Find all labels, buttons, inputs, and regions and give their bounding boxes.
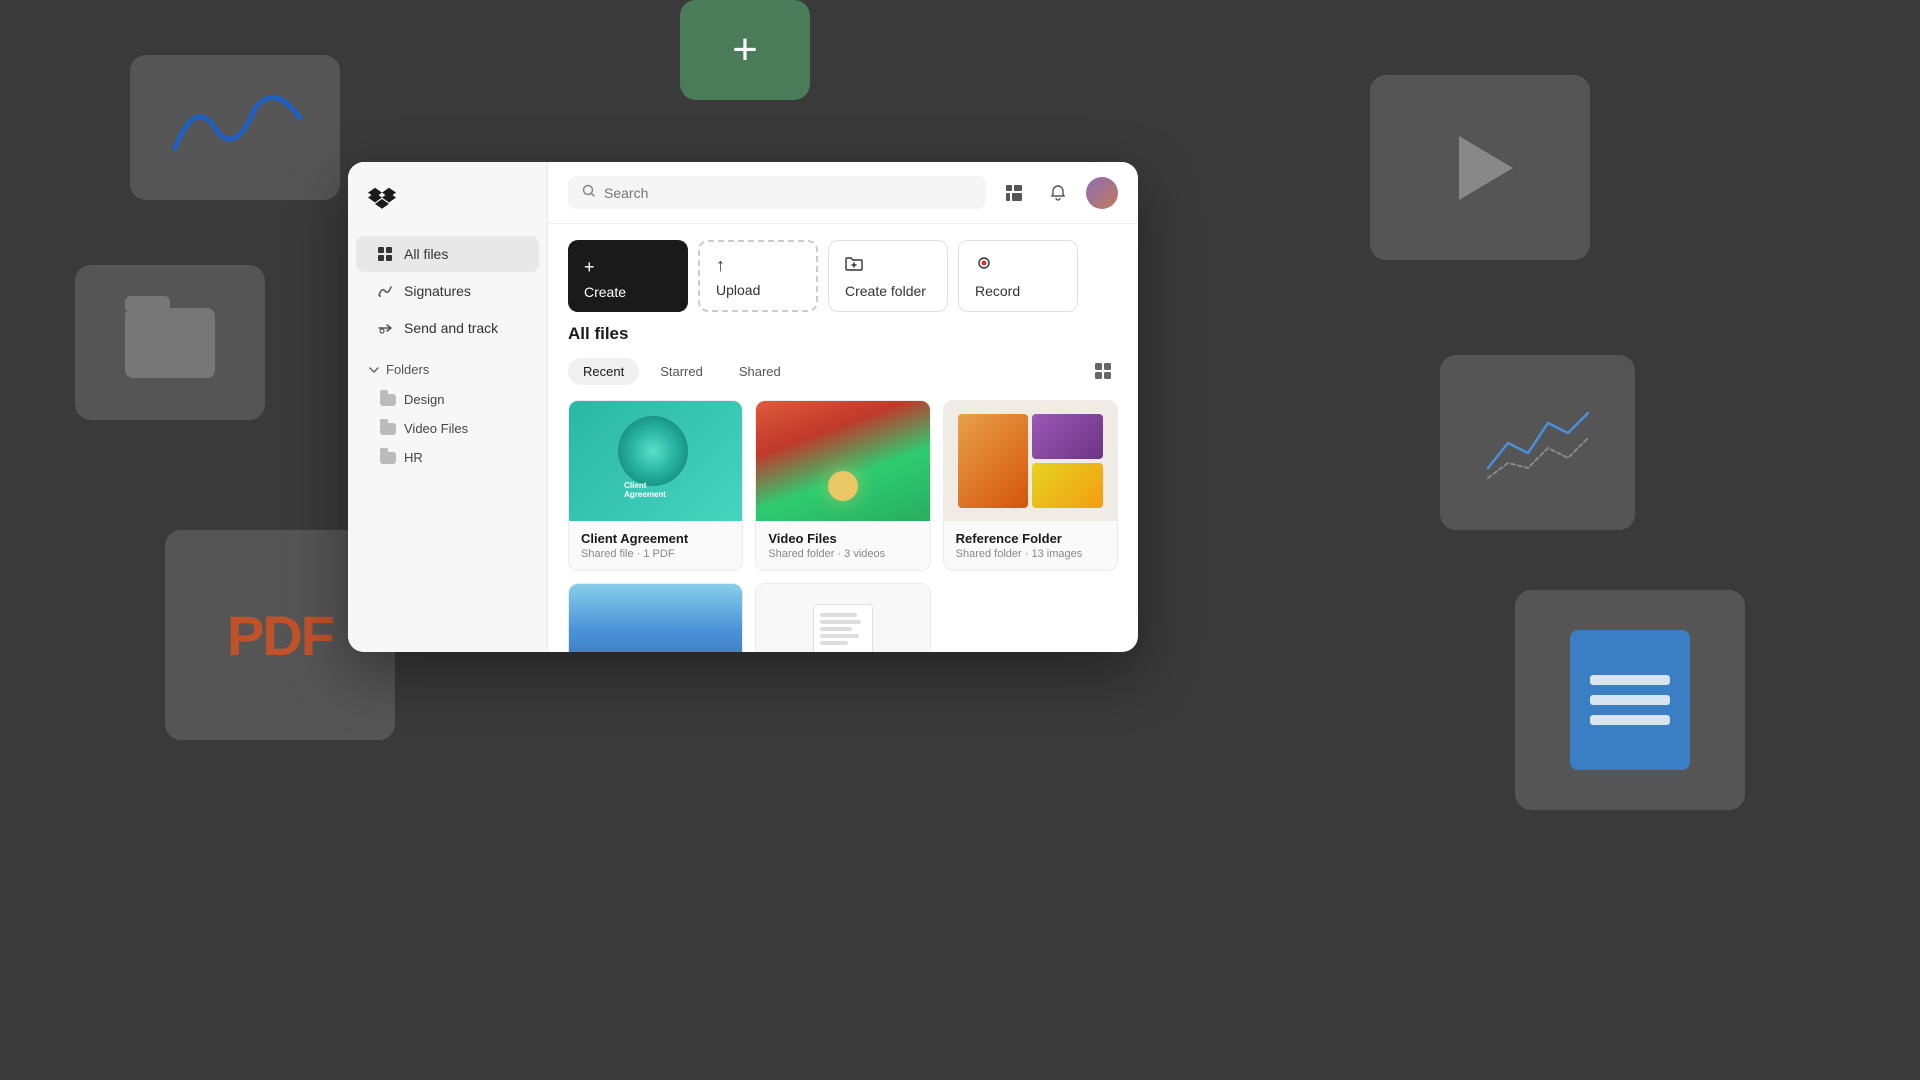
file-thumbnail-video bbox=[756, 401, 929, 521]
folder-item-design[interactable]: Design bbox=[348, 385, 547, 414]
action-buttons: + Create ↑ Upload Create folder bbox=[548, 224, 1138, 324]
doc-preview bbox=[813, 604, 873, 652]
plus-icon: + bbox=[732, 25, 758, 75]
folder-item-hr[interactable]: HR bbox=[348, 443, 547, 472]
header-icons bbox=[998, 177, 1118, 209]
ref-img-stack bbox=[1032, 414, 1103, 508]
file-meta-client: Shared file · 1 PDF bbox=[581, 548, 730, 560]
main-modal: All files Signatures Send and track bbox=[348, 162, 1138, 652]
doc-line-2 bbox=[1590, 695, 1670, 705]
ref-img-orange bbox=[958, 414, 1029, 508]
chart-icon bbox=[1478, 398, 1598, 488]
bg-plus-card: + bbox=[680, 0, 810, 100]
file-info-ref: Reference Folder Shared folder · 13 imag… bbox=[944, 521, 1117, 570]
filter-tab-recent[interactable]: Recent bbox=[568, 358, 639, 385]
create-folder-button[interactable]: Create folder bbox=[828, 240, 948, 312]
sidebar-item-signatures[interactable]: Signatures bbox=[356, 273, 539, 309]
header bbox=[548, 162, 1138, 224]
doc-line-d bbox=[820, 634, 859, 638]
sidebar-item-all-files[interactable]: All files bbox=[356, 236, 539, 272]
folder-icon bbox=[125, 308, 215, 378]
file-thumbnail-ref bbox=[944, 401, 1117, 521]
doc-icon bbox=[1570, 630, 1690, 770]
ref-thumb bbox=[944, 401, 1117, 521]
file-card-photo[interactable] bbox=[568, 583, 743, 652]
client-label: ClientAgreement bbox=[624, 481, 666, 500]
doc-thumb bbox=[756, 584, 929, 652]
file-info-video: Video Files Shared folder · 3 videos bbox=[756, 521, 929, 570]
chevron-down-icon bbox=[368, 364, 380, 376]
doc-line-e bbox=[820, 641, 848, 645]
sidebar-item-send-and-track[interactable]: Send and track bbox=[356, 310, 539, 346]
main-content: + Create ↑ Upload Create folder bbox=[548, 162, 1138, 652]
file-card-video-files[interactable]: Video Files Shared folder · 3 videos bbox=[755, 400, 930, 571]
files-area: All files Recent Starred Shared bbox=[548, 324, 1138, 652]
file-grid: ClientAgreement Client Agreement Shared … bbox=[568, 400, 1118, 652]
doc-line-a bbox=[820, 613, 857, 617]
folder-icon-hr bbox=[380, 452, 396, 464]
client-thumb: ClientAgreement bbox=[569, 401, 742, 521]
create-icon: + bbox=[584, 257, 595, 278]
file-name-ref: Reference Folder bbox=[956, 531, 1105, 546]
grid-view-icon[interactable] bbox=[998, 177, 1030, 209]
file-meta-video: Shared folder · 3 videos bbox=[768, 548, 917, 560]
ref-img-purple bbox=[1032, 414, 1103, 459]
folder-icon-video bbox=[380, 423, 396, 435]
dropbox-logo bbox=[368, 186, 396, 214]
file-meta-ref: Shared folder · 13 images bbox=[956, 548, 1105, 560]
create-folder-icon bbox=[845, 256, 863, 277]
file-thumbnail-client: ClientAgreement bbox=[569, 401, 742, 521]
file-thumbnail-photo bbox=[569, 584, 742, 652]
doc-line-b bbox=[820, 620, 861, 624]
all-files-icon bbox=[376, 245, 394, 263]
upload-icon: ↑ bbox=[716, 255, 725, 276]
folder-item-video-files[interactable]: Video Files bbox=[348, 414, 547, 443]
filter-tabs: Recent Starred Shared bbox=[568, 356, 1118, 386]
search-bar[interactable] bbox=[568, 176, 986, 209]
bg-chart-card bbox=[1440, 355, 1635, 530]
play-icon bbox=[1459, 136, 1513, 200]
file-card-client-agreement[interactable]: ClientAgreement Client Agreement Shared … bbox=[568, 400, 743, 571]
bg-signature-card bbox=[130, 55, 340, 200]
filter-tab-starred[interactable]: Starred bbox=[645, 358, 718, 385]
user-avatar[interactable] bbox=[1086, 177, 1118, 209]
bg-folder-card bbox=[75, 265, 265, 420]
video-thumb bbox=[756, 401, 929, 521]
file-name-video: Video Files bbox=[768, 531, 917, 546]
send-track-icon bbox=[376, 319, 394, 337]
doc-line-1 bbox=[1590, 675, 1670, 685]
client-doc: ClientAgreement bbox=[618, 416, 693, 506]
folders-section: Folders Design Video Files HR bbox=[348, 354, 547, 472]
record-button[interactable]: Record bbox=[958, 240, 1078, 312]
sidebar: All files Signatures Send and track bbox=[348, 162, 548, 652]
record-icon bbox=[975, 254, 993, 277]
search-icon bbox=[582, 184, 596, 201]
bg-doc-card bbox=[1515, 590, 1745, 810]
grid-toggle-button[interactable] bbox=[1088, 356, 1118, 386]
signature-icon bbox=[155, 78, 315, 178]
filter-tab-shared[interactable]: Shared bbox=[724, 358, 796, 385]
doc-line-3 bbox=[1590, 715, 1670, 725]
search-input[interactable] bbox=[604, 185, 972, 201]
file-card-doc[interactable] bbox=[755, 583, 930, 652]
upload-button[interactable]: ↑ Upload bbox=[698, 240, 818, 312]
file-thumbnail-doc bbox=[756, 584, 929, 652]
files-title: All files bbox=[568, 324, 1118, 344]
photo-thumb bbox=[569, 584, 742, 652]
signatures-icon bbox=[376, 282, 394, 300]
create-button[interactable]: + Create bbox=[568, 240, 688, 312]
bg-play-card bbox=[1370, 75, 1590, 260]
file-card-reference[interactable]: Reference Folder Shared folder · 13 imag… bbox=[943, 400, 1118, 571]
sidebar-logo bbox=[348, 178, 547, 235]
doc-line-c bbox=[820, 627, 852, 631]
bell-icon[interactable] bbox=[1042, 177, 1074, 209]
file-name-client: Client Agreement bbox=[581, 531, 730, 546]
folder-icon-design bbox=[380, 394, 396, 406]
pdf-label: PDF bbox=[227, 603, 333, 668]
file-info-client: Client Agreement Shared file · 1 PDF bbox=[569, 521, 742, 570]
ref-img-yellow bbox=[1032, 463, 1103, 508]
folders-header[interactable]: Folders bbox=[348, 354, 547, 385]
